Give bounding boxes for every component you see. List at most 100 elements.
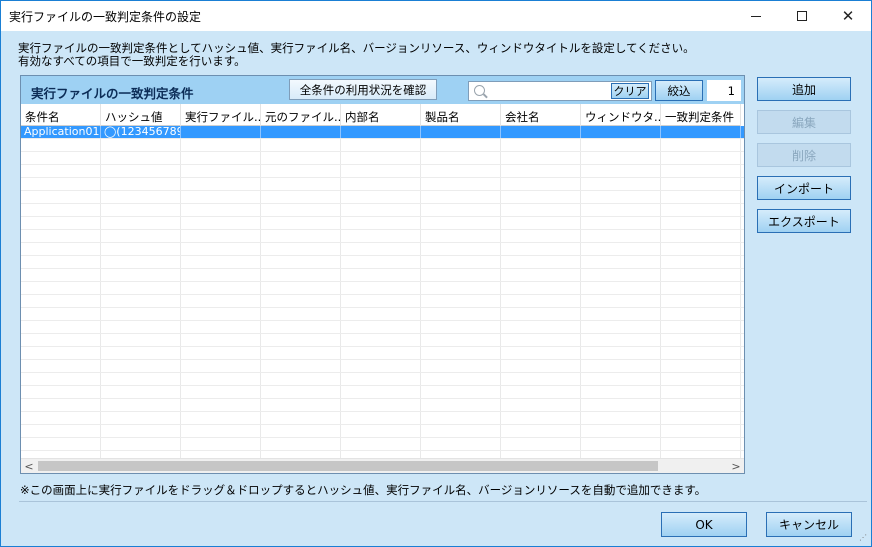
empty-row bbox=[21, 217, 744, 230]
table-cell bbox=[181, 178, 261, 190]
column-header[interactable]: ウィンドウタ... bbox=[581, 104, 661, 126]
table-cell bbox=[581, 139, 661, 151]
table-cell bbox=[101, 373, 181, 385]
empty-row bbox=[21, 321, 744, 334]
table-cell bbox=[181, 438, 261, 450]
horizontal-scrollbar[interactable]: < > bbox=[21, 458, 744, 473]
check-all-usage-button[interactable]: 全条件の利用状況を確認 bbox=[289, 79, 437, 100]
column-header[interactable]: ハッシュ値 bbox=[101, 104, 181, 126]
scrollbar-thumb[interactable] bbox=[38, 461, 658, 471]
column-header[interactable]: 内部名 bbox=[341, 104, 421, 126]
table-cell bbox=[341, 321, 421, 333]
close-button[interactable]: ✕ bbox=[825, 1, 871, 31]
table-cell bbox=[181, 191, 261, 203]
column-header[interactable]: 元のファイル... bbox=[261, 104, 341, 126]
table-cell bbox=[581, 191, 661, 203]
table-cell bbox=[341, 347, 421, 359]
table-cell bbox=[421, 386, 501, 398]
clear-button[interactable]: クリア bbox=[611, 83, 649, 99]
table-cell bbox=[181, 386, 261, 398]
table-cell bbox=[581, 308, 661, 320]
table-cell bbox=[581, 295, 661, 307]
table-cell bbox=[341, 282, 421, 294]
table-cell bbox=[341, 165, 421, 177]
column-header[interactable]: 会社名 bbox=[501, 104, 581, 126]
export-button[interactable]: エクスポート bbox=[757, 209, 851, 233]
table-cell bbox=[501, 347, 581, 359]
table-cell bbox=[21, 295, 101, 307]
table-cell bbox=[581, 217, 661, 229]
table-cell bbox=[181, 256, 261, 268]
add-button[interactable]: 追加 bbox=[757, 77, 851, 101]
table-cell bbox=[181, 347, 261, 359]
table-cell bbox=[181, 282, 261, 294]
table-cell bbox=[341, 386, 421, 398]
table-cell bbox=[261, 230, 341, 242]
table-cell bbox=[581, 373, 661, 385]
empty-row bbox=[21, 178, 744, 191]
table-cell bbox=[21, 139, 101, 151]
table-cell bbox=[261, 256, 341, 268]
resize-grip-icon[interactable]: ⋰ bbox=[859, 534, 869, 544]
table-cell bbox=[181, 425, 261, 437]
table-cell bbox=[261, 399, 341, 411]
title-bar[interactable]: 実行ファイルの一致判定条件の設定 ✕ bbox=[1, 1, 871, 31]
table-cell bbox=[21, 425, 101, 437]
table-cell bbox=[21, 360, 101, 372]
table-cell bbox=[661, 308, 741, 320]
table-cell bbox=[341, 269, 421, 281]
empty-row bbox=[21, 334, 744, 347]
maximize-button[interactable] bbox=[779, 1, 825, 31]
table-cell bbox=[581, 165, 661, 177]
table-cell bbox=[421, 399, 501, 411]
column-header[interactable]: 実行ファイル... bbox=[181, 104, 261, 126]
scroll-right-icon[interactable]: > bbox=[728, 459, 744, 474]
table-cell bbox=[421, 373, 501, 385]
table-cell bbox=[581, 256, 661, 268]
table-cell bbox=[101, 139, 181, 151]
table-cell bbox=[661, 282, 741, 294]
cancel-button[interactable]: キャンセル bbox=[766, 512, 852, 537]
table-cell bbox=[581, 425, 661, 437]
table-cell bbox=[341, 360, 421, 372]
table-row[interactable]: Application01...◯(123456789... bbox=[21, 126, 744, 139]
empty-row bbox=[21, 386, 744, 399]
table-cell bbox=[501, 178, 581, 190]
table-cell bbox=[261, 269, 341, 281]
table-cell bbox=[261, 373, 341, 385]
minimize-button[interactable] bbox=[733, 1, 779, 31]
table-cell bbox=[421, 295, 501, 307]
column-header[interactable]: 製品名 bbox=[421, 104, 501, 126]
edit-button[interactable]: 編集 bbox=[757, 110, 851, 134]
table-cell bbox=[421, 321, 501, 333]
empty-row bbox=[21, 438, 744, 451]
table-cell bbox=[181, 321, 261, 333]
table-cell bbox=[581, 347, 661, 359]
table-cell bbox=[21, 321, 101, 333]
table-cell bbox=[21, 178, 101, 190]
ok-button[interactable]: OK bbox=[661, 512, 747, 537]
filter-button[interactable]: 絞込 bbox=[655, 80, 703, 101]
table-cell bbox=[421, 269, 501, 281]
scroll-left-icon[interactable]: < bbox=[21, 459, 37, 474]
table-cell bbox=[181, 451, 261, 458]
table-cell bbox=[661, 165, 741, 177]
column-header[interactable]: 条件名 bbox=[21, 104, 101, 126]
search-input[interactable]: クリア bbox=[468, 81, 652, 101]
table-cell bbox=[21, 191, 101, 203]
import-button[interactable]: インポート bbox=[757, 176, 851, 200]
table-cell bbox=[21, 308, 101, 320]
empty-row bbox=[21, 399, 744, 412]
table-cell bbox=[661, 425, 741, 437]
table-cell bbox=[501, 217, 581, 229]
column-header[interactable]: 一致判定条件 bbox=[661, 104, 741, 126]
delete-button[interactable]: 削除 bbox=[757, 143, 851, 167]
table-cell bbox=[341, 204, 421, 216]
table-cell bbox=[421, 191, 501, 203]
table-cell bbox=[341, 256, 421, 268]
dialog-window: 実行ファイルの一致判定条件の設定 ✕ 実行ファイルの一致判定条件としてハッシュ値… bbox=[0, 0, 872, 547]
table-cell bbox=[581, 412, 661, 424]
table-body: Application01...◯(123456789... bbox=[21, 126, 744, 458]
table-cell bbox=[341, 152, 421, 164]
table-cell bbox=[261, 438, 341, 450]
